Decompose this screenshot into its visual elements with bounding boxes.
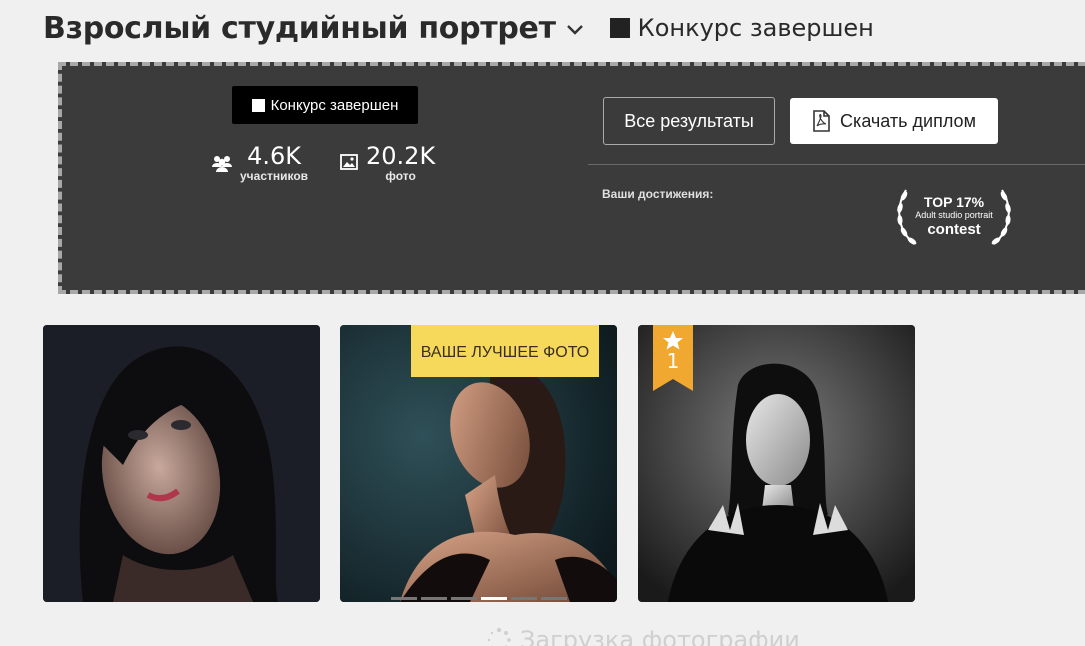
contest-info-panel: Конкурс завершен 4.6K участников 20.2K ф… bbox=[58, 62, 1085, 294]
pdf-file-icon bbox=[812, 110, 830, 132]
contest-status: Конкурс завершен bbox=[609, 14, 874, 42]
status-pill-label: Конкурс завершен bbox=[270, 96, 399, 114]
photos-count: 20.2K bbox=[366, 142, 436, 170]
photo-card[interactable]: 1 bbox=[638, 325, 915, 602]
photo-card[interactable] bbox=[43, 325, 320, 602]
portrait-image bbox=[43, 325, 320, 602]
download-diploma-label: Скачать диплом bbox=[840, 110, 976, 131]
rank-number: 1 bbox=[666, 349, 680, 373]
users-icon bbox=[212, 154, 232, 177]
download-diploma-button[interactable]: Скачать диплом bbox=[790, 98, 998, 144]
panel-divider bbox=[588, 164, 1085, 165]
carousel-indicator bbox=[391, 597, 567, 600]
stop-square-icon bbox=[251, 98, 265, 112]
badge-contest: contest bbox=[927, 221, 981, 238]
carousel-dot[interactable] bbox=[451, 597, 477, 600]
loading-text: Загрузка фотографии bbox=[520, 626, 800, 646]
achievement-badge: TOP 17% Adult studio portrait contest bbox=[892, 184, 1016, 250]
photos-label: фото bbox=[385, 169, 416, 183]
stop-square-icon bbox=[609, 18, 630, 38]
badge-subtitle: Adult studio portrait bbox=[915, 210, 993, 220]
carousel-dot[interactable] bbox=[511, 597, 537, 600]
photo-card[interactable]: ВАШЕ ЛУЧШЕЕ ФОТО bbox=[340, 325, 617, 602]
participants-count: 4.6K bbox=[247, 142, 301, 170]
page-header: Взрослый студийный портрет Конкурс завер… bbox=[43, 8, 874, 48]
contest-status-label: Конкурс завершен bbox=[637, 14, 874, 42]
chevron-down-icon[interactable] bbox=[564, 19, 586, 41]
carousel-dot[interactable] bbox=[541, 597, 567, 600]
photos-stat: 20.2K фото bbox=[340, 142, 435, 183]
best-photo-tag: ВАШЕ ЛУЧШЕЕ ФОТО bbox=[411, 325, 599, 377]
achievements-label: Ваши достижения: bbox=[602, 187, 714, 201]
carousel-dot[interactable] bbox=[391, 597, 417, 600]
carousel-dot[interactable] bbox=[421, 597, 447, 600]
status-pill: Конкурс завершен bbox=[232, 86, 418, 124]
spinner-icon bbox=[487, 627, 511, 646]
page-title: Взрослый студийный портрет bbox=[43, 10, 556, 46]
badge-top: TOP 17% bbox=[923, 194, 985, 210]
image-icon bbox=[340, 154, 358, 175]
participants-stat: 4.6K участников bbox=[212, 142, 308, 183]
all-results-button[interactable]: Все результаты bbox=[603, 97, 775, 145]
loading-indicator: Загрузка фотографии bbox=[486, 626, 800, 646]
carousel-dot[interactable] bbox=[481, 597, 507, 600]
participants-label: участников bbox=[240, 169, 309, 183]
